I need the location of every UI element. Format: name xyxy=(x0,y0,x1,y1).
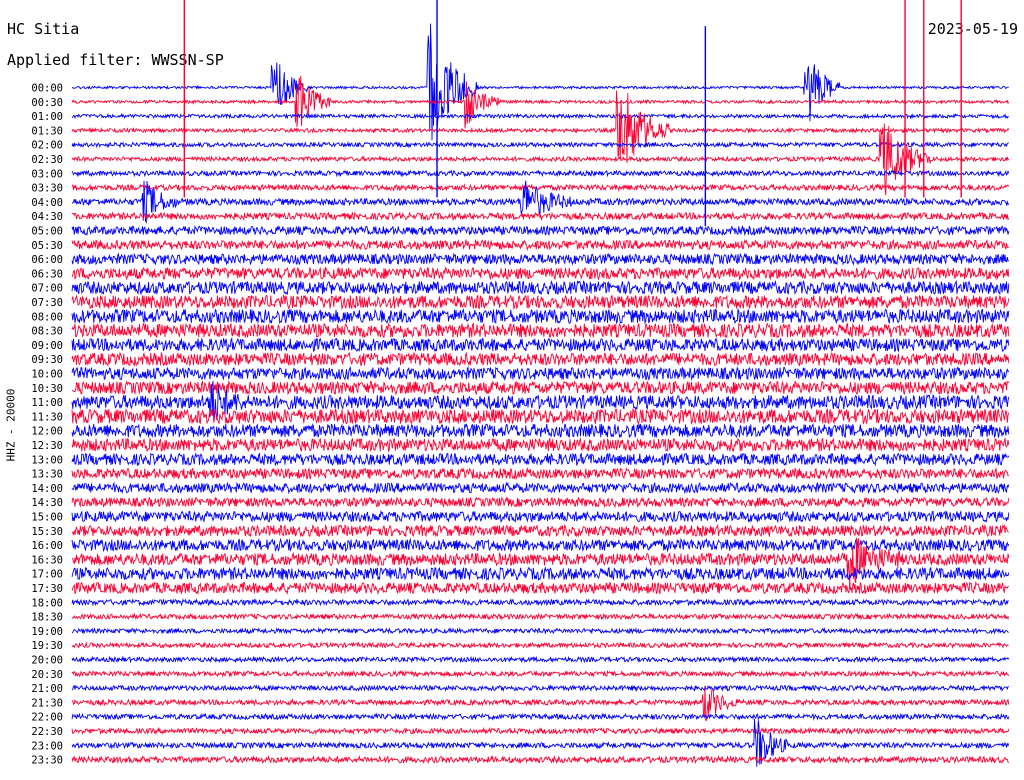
row-time-label: 14:00 xyxy=(31,483,63,495)
trace-row-0230 xyxy=(71,123,1010,196)
row-time-label: 22:00 xyxy=(31,712,63,724)
trace-row-1400 xyxy=(71,481,1010,495)
trace-row-1230 xyxy=(71,436,1010,453)
trace-row-1600 xyxy=(71,537,1010,553)
row-time-label: 11:30 xyxy=(31,411,63,423)
trace-row-0500 xyxy=(71,224,1010,237)
row-time-label: 10:00 xyxy=(31,369,63,381)
row-time-label: 01:00 xyxy=(31,111,63,123)
trace-row-1000 xyxy=(71,365,1010,382)
row-time-label: 10:30 xyxy=(31,383,63,395)
trace-row-2000 xyxy=(71,655,1010,664)
row-time-label: 21:00 xyxy=(31,683,63,695)
trace-row-0700 xyxy=(71,279,1010,296)
trace-row-0330 xyxy=(71,183,1010,193)
trace-row-0730 xyxy=(71,294,1010,311)
row-time-label: 16:00 xyxy=(31,540,63,552)
row-time-label: 03:30 xyxy=(31,183,63,195)
row-time-label: 07:30 xyxy=(31,297,63,309)
row-time-label: 08:30 xyxy=(31,326,63,338)
row-time-label: 14:30 xyxy=(31,497,63,509)
row-time-label: 03:00 xyxy=(31,168,63,180)
trace-row-1830 xyxy=(71,612,1010,621)
row-time-label: 05:30 xyxy=(31,240,63,252)
row-time-label: 20:30 xyxy=(31,669,63,681)
row-time-label: 13:00 xyxy=(31,454,63,466)
trace-row-1130 xyxy=(71,407,1010,426)
row-time-label: 19:30 xyxy=(31,640,63,652)
row-time-label: 01:30 xyxy=(31,125,63,137)
row-time-label: 04:00 xyxy=(31,197,63,209)
row-time-label: 20:00 xyxy=(31,655,63,667)
trace-row-1200 xyxy=(71,422,1010,439)
row-time-label: 13:30 xyxy=(31,469,63,481)
row-time-label: 11:00 xyxy=(31,397,63,409)
row-time-label: 18:30 xyxy=(31,612,63,624)
row-time-label: 02:30 xyxy=(31,154,63,166)
trace-row-1500 xyxy=(71,509,1010,524)
trace-row-2230 xyxy=(71,726,1010,736)
trace-row-1730 xyxy=(71,581,1009,596)
trace-row-1330 xyxy=(71,466,1009,481)
trace-row-1800 xyxy=(71,598,1009,607)
row-time-label: 22:30 xyxy=(31,726,63,738)
trace-row-0000 xyxy=(71,23,1009,141)
row-time-label: 23:30 xyxy=(31,755,63,767)
trace-row-0030 xyxy=(71,75,1010,129)
trace-row-0530 xyxy=(71,238,1010,251)
trace-row-2200 xyxy=(71,712,1010,721)
trace-row-0100 xyxy=(71,112,1009,120)
trace-row-0930 xyxy=(71,351,1010,367)
trace-row-1900 xyxy=(71,626,1009,635)
row-time-label: 15:00 xyxy=(31,512,63,524)
trace-row-1300 xyxy=(71,452,1010,467)
row-time-label: 17:30 xyxy=(31,583,63,595)
row-time-label: 09:30 xyxy=(31,354,63,366)
trace-row-2030 xyxy=(71,669,1010,678)
row-time-label: 05:00 xyxy=(31,226,63,238)
row-time-label: 08:00 xyxy=(31,311,63,323)
trace-row-1700 xyxy=(71,566,1010,582)
row-time-label: 06:00 xyxy=(31,254,63,266)
trace-row-0630 xyxy=(71,266,1010,281)
row-time-label: 04:30 xyxy=(31,211,63,223)
trace-row-0900 xyxy=(71,337,1010,353)
row-time-label: 09:00 xyxy=(31,340,63,352)
trace-row-1930 xyxy=(71,641,1009,650)
row-time-label: 07:00 xyxy=(31,283,63,295)
trace-row-1530 xyxy=(71,523,1009,538)
row-time-label: 00:00 xyxy=(31,83,63,95)
row-time-label: 16:30 xyxy=(31,554,63,566)
helicorder-plot: 00:00 00:30 01:00 01:30 02:00 02:30 03:00 03:30… xyxy=(31,0,1010,767)
row-time-label: 12:30 xyxy=(31,440,63,452)
row-time-label: 02:00 xyxy=(31,140,63,152)
trace-row-0300 xyxy=(71,169,1010,178)
row-time-label: 12:00 xyxy=(31,426,63,438)
trace-row-2330 xyxy=(71,754,1010,765)
row-time-label: 06:30 xyxy=(31,268,63,280)
trace-row-0200 xyxy=(71,140,1009,149)
row-time-label: 15:30 xyxy=(31,526,63,538)
row-time-label: 23:00 xyxy=(31,740,63,752)
trace-row-1430 xyxy=(71,496,1010,509)
trace-row-0600 xyxy=(71,252,1010,266)
row-time-label: 19:00 xyxy=(31,626,63,638)
trace-group xyxy=(71,0,1010,767)
row-time-label: 00:30 xyxy=(31,97,63,109)
trace-row-2100 xyxy=(71,684,1009,693)
time-label-group: 00:00 00:30 01:00 01:30 02:00 02:30 03:00 03:30… xyxy=(31,83,63,767)
row-time-label: 21:30 xyxy=(31,697,63,709)
row-time-label: 18:00 xyxy=(31,597,63,609)
trace-row-0830 xyxy=(71,322,1010,339)
row-time-label: 17:00 xyxy=(31,569,63,581)
trace-row-0800 xyxy=(71,307,1010,325)
